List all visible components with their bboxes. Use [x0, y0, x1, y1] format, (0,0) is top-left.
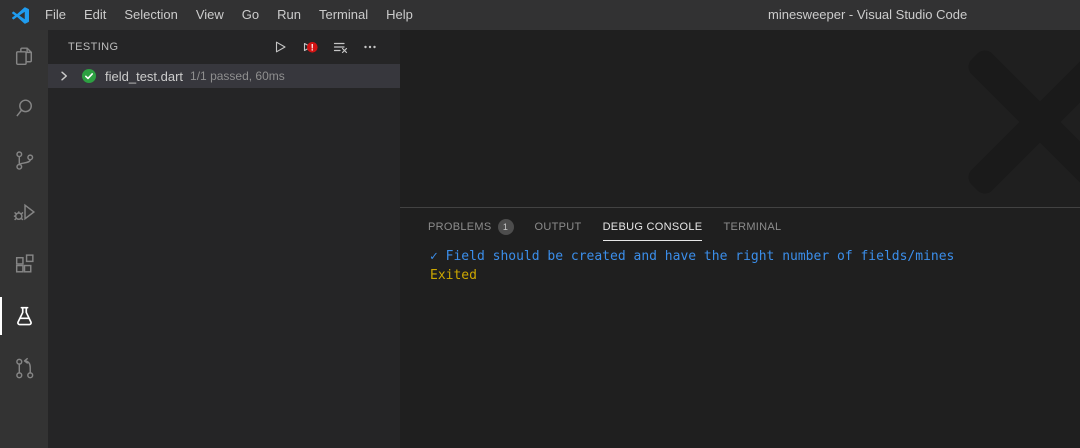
debug-console-output: ✓ Field should be created and have the r…	[400, 246, 1080, 285]
activitybar-run-debug[interactable]	[0, 186, 48, 238]
tab-terminal[interactable]: TERMINAL	[723, 208, 781, 246]
tab-problems-label: PROBLEMS	[428, 221, 492, 233]
editor-area	[400, 30, 1080, 207]
run-debug-icon	[12, 200, 37, 225]
tab-problems[interactable]: PROBLEMS 1	[428, 208, 514, 246]
activitybar-extensions[interactable]	[0, 238, 48, 290]
source-control-icon	[12, 148, 37, 173]
svg-text:!: !	[311, 42, 314, 52]
test-summary: 1/1 passed, 60ms	[190, 69, 285, 83]
menu-bar: File Edit Selection View Go Run Terminal…	[36, 0, 422, 30]
problems-count-badge: 1	[498, 219, 514, 235]
menu-help[interactable]: Help	[377, 0, 422, 30]
tab-output[interactable]: OUTPUT	[535, 208, 582, 246]
bottom-panel: PROBLEMS 1 OUTPUT DEBUG CONSOLE TERMINAL…	[400, 207, 1080, 448]
activitybar-search[interactable]	[0, 82, 48, 134]
vscode-logo-icon	[12, 7, 29, 24]
menu-file[interactable]: File	[36, 0, 75, 30]
menu-selection[interactable]: Selection	[115, 0, 186, 30]
clear-results-icon[interactable]	[332, 39, 348, 55]
tab-output-label: OUTPUT	[535, 221, 582, 233]
sidebar-testing: TESTING ! field_test.	[48, 30, 400, 448]
titlebar: File Edit Selection View Go Run Terminal…	[0, 0, 1080, 30]
run-tests-icon[interactable]	[272, 39, 288, 55]
console-line-exited: Exited	[430, 266, 1080, 285]
tab-debug-console[interactable]: DEBUG CONSOLE	[603, 208, 703, 246]
window-title: minesweeper - Visual Studio Code	[768, 0, 967, 30]
panel-tabs: PROBLEMS 1 OUTPUT DEBUG CONSOLE TERMINAL	[400, 208, 1080, 246]
beaker-icon	[12, 304, 37, 329]
chevron-right-icon[interactable]	[56, 68, 72, 84]
activity-bar	[0, 30, 48, 448]
activitybar-source-control[interactable]	[0, 134, 48, 186]
testing-toolbar: !	[272, 39, 378, 55]
pull-request-icon	[12, 356, 37, 381]
debug-failed-tests-icon[interactable]: !	[302, 39, 318, 55]
activitybar-pull-requests[interactable]	[0, 342, 48, 394]
search-icon	[12, 96, 37, 121]
test-file-name: field_test.dart	[105, 69, 183, 84]
menu-edit[interactable]: Edit	[75, 0, 115, 30]
test-passed-icon	[81, 68, 97, 84]
sidebar-title: TESTING	[68, 41, 118, 53]
menu-go[interactable]: Go	[233, 0, 268, 30]
menu-terminal[interactable]: Terminal	[310, 0, 377, 30]
tab-debug-console-label: DEBUG CONSOLE	[603, 221, 703, 233]
test-item-row[interactable]: field_test.dart 1/1 passed, 60ms	[48, 64, 400, 88]
files-icon	[12, 44, 37, 69]
sidebar-header: TESTING !	[48, 30, 400, 64]
tab-terminal-label: TERMINAL	[723, 221, 781, 233]
activitybar-testing[interactable]	[0, 290, 48, 342]
activitybar-explorer[interactable]	[0, 30, 48, 82]
console-line-test-passed: ✓ Field should be created and have the r…	[430, 247, 1080, 266]
menu-view[interactable]: View	[187, 0, 233, 30]
menu-run[interactable]: Run	[268, 0, 310, 30]
extensions-icon	[12, 252, 37, 277]
more-actions-icon[interactable]	[362, 39, 378, 55]
